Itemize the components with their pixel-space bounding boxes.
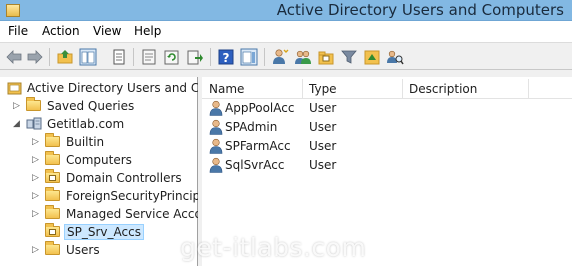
column-divider[interactable] — [402, 79, 403, 99]
svg-text:?: ? — [223, 51, 230, 65]
toolbar: ? — [0, 42, 572, 70]
folder-icon — [45, 205, 60, 219]
domain-icon — [26, 117, 42, 130]
expand-arrow-icon[interactable]: ▷ — [32, 191, 40, 201]
expand-arrow-icon[interactable]: ▷ — [32, 173, 40, 183]
folder-icon — [45, 151, 60, 165]
tree-item-label: Builtin — [66, 135, 105, 149]
new-user-icon[interactable] — [271, 48, 289, 66]
tree-item-label: Users — [66, 243, 100, 257]
column-divider[interactable] — [528, 79, 529, 99]
tree-item-label: Getitlab.com — [47, 117, 125, 131]
tree-item-builtin[interactable]: ▷ Builtin — [0, 133, 198, 151]
user-type: User — [309, 120, 337, 134]
toolbar-separator — [133, 48, 134, 66]
title-bar: Active Directory Users and Computers — [0, 0, 572, 21]
delete-icon[interactable] — [110, 48, 128, 66]
ad-console-icon[interactable] — [6, 4, 20, 17]
toolbar-separator — [264, 48, 265, 66]
user-icon — [209, 138, 223, 154]
tree-item-label: SP_Srv_Accs — [64, 224, 144, 240]
tree-item-label: ForeignSecurityPrincipals — [66, 189, 218, 203]
column-header-description[interactable]: Description — [409, 82, 477, 96]
back-arrow-icon[interactable] — [5, 48, 23, 66]
tree-item-label: Computers — [66, 153, 132, 167]
ad-root-icon — [7, 82, 22, 95]
tree-root[interactable]: Active Directory Users and Com — [0, 79, 218, 97]
user-name: SqlSvrAcc — [225, 158, 285, 172]
folder-icon — [45, 187, 60, 201]
list-header: Name Type Description — [202, 79, 572, 99]
console-tree[interactable]: Active Directory Users and Com ▷ Saved Q… — [0, 77, 218, 266]
expand-arrow-icon[interactable]: ▷ — [13, 101, 21, 111]
expand-arrow-icon[interactable]: ▷ — [32, 155, 40, 165]
help-icon[interactable]: ? — [217, 48, 235, 66]
new-group-icon[interactable] — [294, 48, 312, 66]
folder-icon — [26, 97, 41, 111]
menu-bar: File Action View Help — [0, 21, 572, 42]
tree-root-label: Active Directory Users and Com — [27, 81, 219, 95]
find-icon[interactable] — [386, 48, 404, 66]
column-header-name[interactable]: Name — [209, 82, 244, 96]
tree-item-sp-srv-accs[interactable]: SP_Srv_Accs — [0, 223, 198, 241]
user-type: User — [309, 139, 337, 153]
column-divider[interactable] — [302, 79, 303, 99]
ou-folder-icon — [45, 169, 60, 183]
forward-arrow-icon[interactable] — [26, 48, 44, 66]
toolbar-separator — [210, 48, 211, 66]
show-console-tree-icon[interactable] — [79, 48, 97, 66]
user-name: SPFarmAcc — [225, 139, 291, 153]
up-folder-icon[interactable] — [56, 48, 74, 66]
list-item[interactable]: SPFarmAcc User — [202, 137, 572, 156]
expand-arrow-icon[interactable]: ▷ — [32, 209, 40, 219]
tree-item-computers[interactable]: ▷ Computers — [0, 151, 198, 169]
tree-item-foreign-security-principals[interactable]: ▷ ForeignSecurityPrincipals — [0, 187, 217, 205]
show-action-pane-icon[interactable] — [240, 48, 258, 66]
collapse-arrow-icon[interactable]: ◢ — [13, 119, 21, 129]
refresh-icon[interactable] — [163, 48, 181, 66]
export-list-icon[interactable] — [186, 48, 204, 66]
user-icon — [209, 119, 223, 135]
toolbar-separator — [49, 48, 50, 66]
menu-file[interactable]: File — [8, 24, 28, 38]
tree-item-domain-controllers[interactable]: ▷ Domain Controllers — [0, 169, 198, 187]
column-header-type[interactable]: Type — [309, 82, 337, 96]
user-type: User — [309, 158, 337, 172]
tree-item-label: Saved Queries — [47, 99, 135, 113]
tree-item-saved-queries[interactable]: ▷ Saved Queries — [0, 97, 198, 115]
properties-icon[interactable] — [140, 48, 158, 66]
folder-icon — [45, 241, 60, 255]
watermark-text: get-itlabs.com — [180, 233, 367, 262]
add-to-group-icon[interactable] — [363, 48, 381, 66]
window-title: Active Directory Users and Computers — [276, 1, 564, 19]
new-ou-icon[interactable] — [317, 48, 335, 66]
user-type: User — [309, 101, 337, 115]
list-item[interactable]: AppPoolAcc User — [202, 99, 572, 118]
tree-item-users[interactable]: ▷ Users — [0, 241, 198, 259]
tree-item-label: Domain Controllers — [66, 171, 182, 185]
ou-folder-icon — [45, 223, 60, 237]
user-name: SPAdmin — [225, 120, 278, 134]
folder-icon — [45, 133, 60, 147]
user-icon — [209, 157, 223, 173]
filter-icon[interactable] — [340, 48, 358, 66]
expand-arrow-icon[interactable]: ▷ — [32, 245, 40, 255]
list-item[interactable]: SPAdmin User — [202, 118, 572, 137]
user-name: AppPoolAcc — [225, 101, 295, 115]
menu-help[interactable]: Help — [134, 24, 161, 38]
list-item[interactable]: SqlSvrAcc User — [202, 156, 572, 175]
menu-view[interactable]: View — [93, 24, 121, 38]
menu-action[interactable]: Action — [42, 24, 80, 38]
expand-arrow-icon[interactable]: ▷ — [32, 137, 40, 147]
tree-item-label: Managed Service Accour — [66, 207, 215, 221]
tree-item-managed-service-accounts[interactable]: ▷ Managed Service Accour — [0, 205, 214, 223]
user-icon — [209, 100, 223, 116]
tree-item-domain[interactable]: ◢ Getitlab.com — [0, 115, 198, 133]
